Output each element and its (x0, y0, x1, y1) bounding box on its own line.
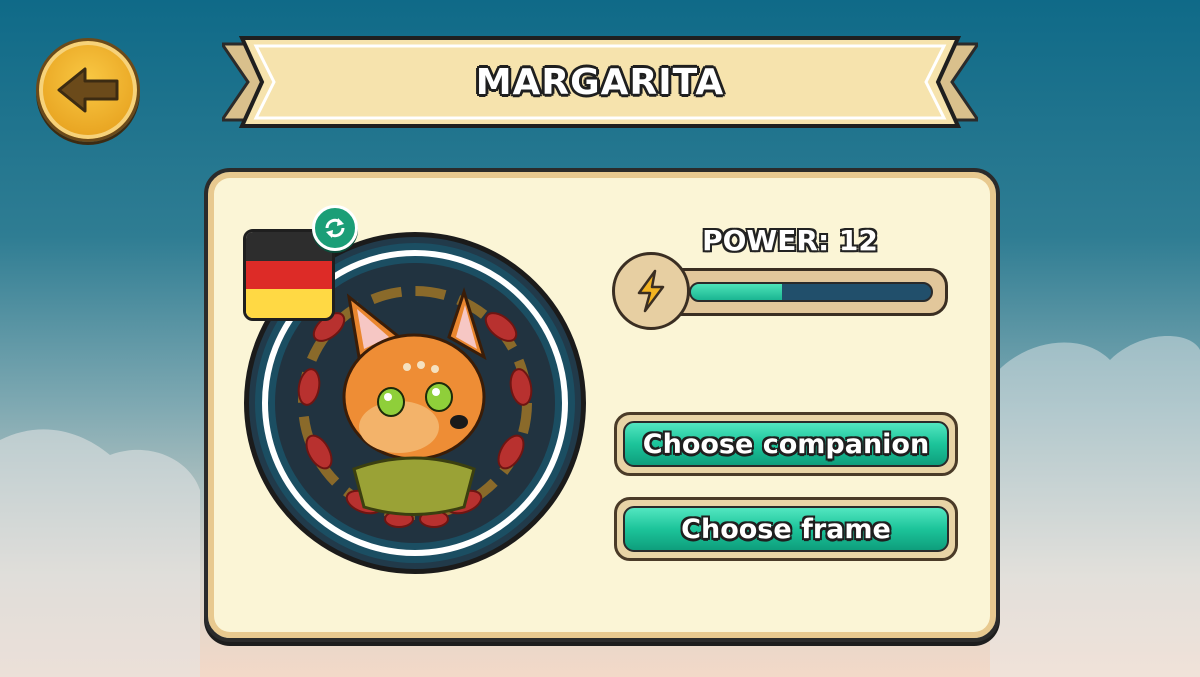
power-label: POWER: 12 (702, 224, 878, 257)
power-track (689, 282, 933, 302)
power-badge (612, 252, 690, 330)
flag-band-bottom (246, 289, 332, 318)
title-banner: MARGARITA (222, 36, 978, 128)
power-bar (650, 268, 948, 316)
refresh-icon (325, 218, 345, 238)
choose-companion-label: Choose companion (623, 421, 949, 467)
choose-frame-label: Choose frame (623, 506, 949, 552)
flag-band-middle (246, 260, 332, 290)
choose-companion-button[interactable]: Choose companion (614, 412, 958, 476)
back-button[interactable] (36, 38, 140, 142)
choose-frame-button[interactable]: Choose frame (614, 497, 958, 561)
power-fill (691, 284, 783, 300)
arrow-left-icon (57, 67, 119, 113)
change-flag-button[interactable] (312, 205, 358, 251)
player-name: MARGARITA (475, 61, 725, 103)
lightning-icon (637, 269, 665, 313)
